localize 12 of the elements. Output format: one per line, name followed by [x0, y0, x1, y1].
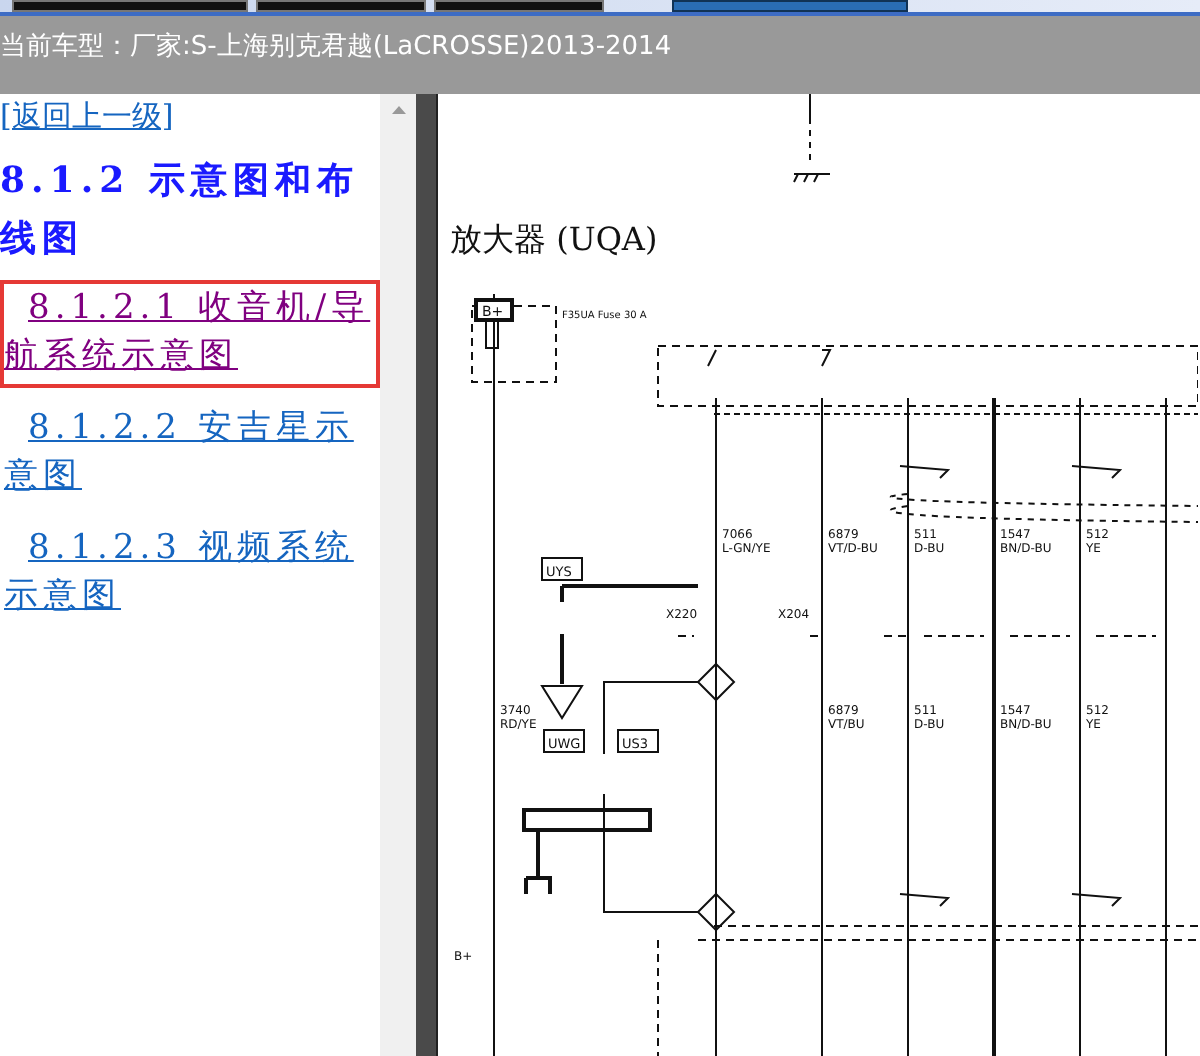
- toolbar-tab[interactable]: [256, 0, 426, 12]
- scroll-up-icon[interactable]: [391, 106, 405, 114]
- diagram-title: 放大器 (UQA): [450, 220, 658, 258]
- back-link[interactable]: [返回上一级]: [0, 96, 380, 136]
- toolbar-field[interactable]: [672, 0, 908, 12]
- sidebar-link[interactable]: 8.1.2.3 视频系统示意图: [0, 520, 380, 628]
- toolbar-tab[interactable]: [12, 0, 248, 12]
- toolbar-tab[interactable]: [434, 0, 604, 12]
- sidebar-link[interactable]: 8.1.2.2 安吉星示意图: [0, 400, 380, 508]
- header-title: 当前车型：厂家:S-上海别克君越(LaCROSSE)2013-2014: [0, 32, 672, 62]
- scrollbar[interactable]: [380, 94, 416, 1056]
- sidebar-heading: 8.1.2 示意图和布线图: [0, 158, 361, 264]
